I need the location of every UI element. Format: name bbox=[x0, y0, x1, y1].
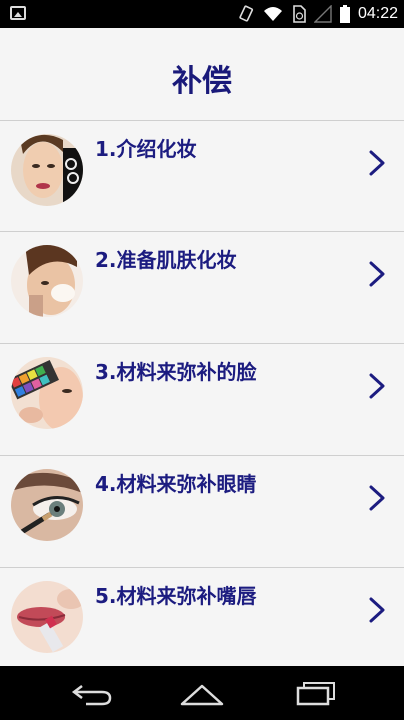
chevron-right-icon[interactable] bbox=[368, 149, 386, 177]
eyeshadow-palette-photo bbox=[11, 357, 83, 429]
navigation-bar bbox=[0, 666, 404, 720]
lesson-list: 1.介绍化妆 2.准备肌肤化妆 3.材料来弥补的脸 4.材料来弥补眼睛 5.材料… bbox=[0, 120, 404, 666]
home-icon[interactable] bbox=[178, 678, 226, 708]
back-icon[interactable] bbox=[66, 678, 114, 708]
status-time: 04:22 bbox=[357, 5, 398, 22]
wifi-icon bbox=[263, 7, 282, 21]
list-item[interactable]: 3.材料来弥补的脸 bbox=[0, 344, 404, 456]
list-item-label: 1.介绍化妆 bbox=[95, 137, 197, 161]
app-screen: 补偿 1.介绍化妆 2.准备肌肤化妆 3.材料来弥补的脸 4.材料来弥补眼睛 5… bbox=[0, 28, 404, 666]
recents-icon[interactable] bbox=[290, 678, 338, 708]
list-item-label: 4.材料来弥补眼睛 bbox=[95, 472, 257, 496]
list-item[interactable]: 5.材料来弥补嘴唇 bbox=[0, 568, 404, 666]
list-item[interactable]: 2.准备肌肤化妆 bbox=[0, 232, 404, 344]
battery-icon bbox=[339, 5, 350, 23]
status-icons: 04:22 bbox=[236, 3, 398, 25]
list-item-label: 2.准备肌肤化妆 bbox=[95, 248, 237, 272]
list-item[interactable]: 4.材料来弥补眼睛 bbox=[0, 456, 404, 568]
lipstick-photo bbox=[11, 581, 83, 653]
chevron-right-icon[interactable] bbox=[368, 372, 386, 400]
chevron-right-icon[interactable] bbox=[368, 596, 386, 624]
sim-icon bbox=[293, 5, 306, 23]
signal-icon bbox=[313, 5, 332, 23]
list-item[interactable]: 1.介绍化妆 bbox=[0, 120, 404, 232]
chevron-right-icon[interactable] bbox=[368, 260, 386, 288]
eye-makeup-photo bbox=[11, 469, 83, 541]
rotate-icon bbox=[239, 5, 254, 22]
page-title: 补偿 bbox=[172, 64, 232, 99]
chevron-right-icon[interactable] bbox=[368, 484, 386, 512]
face-cream-photo bbox=[11, 245, 83, 317]
face-with-brush-photo bbox=[11, 134, 83, 206]
list-item-label: 3.材料来弥补的脸 bbox=[95, 360, 257, 384]
status-bar: 04:22 bbox=[0, 0, 404, 28]
image-notification-icon bbox=[10, 6, 26, 20]
list-item-label: 5.材料来弥补嘴唇 bbox=[95, 584, 257, 608]
